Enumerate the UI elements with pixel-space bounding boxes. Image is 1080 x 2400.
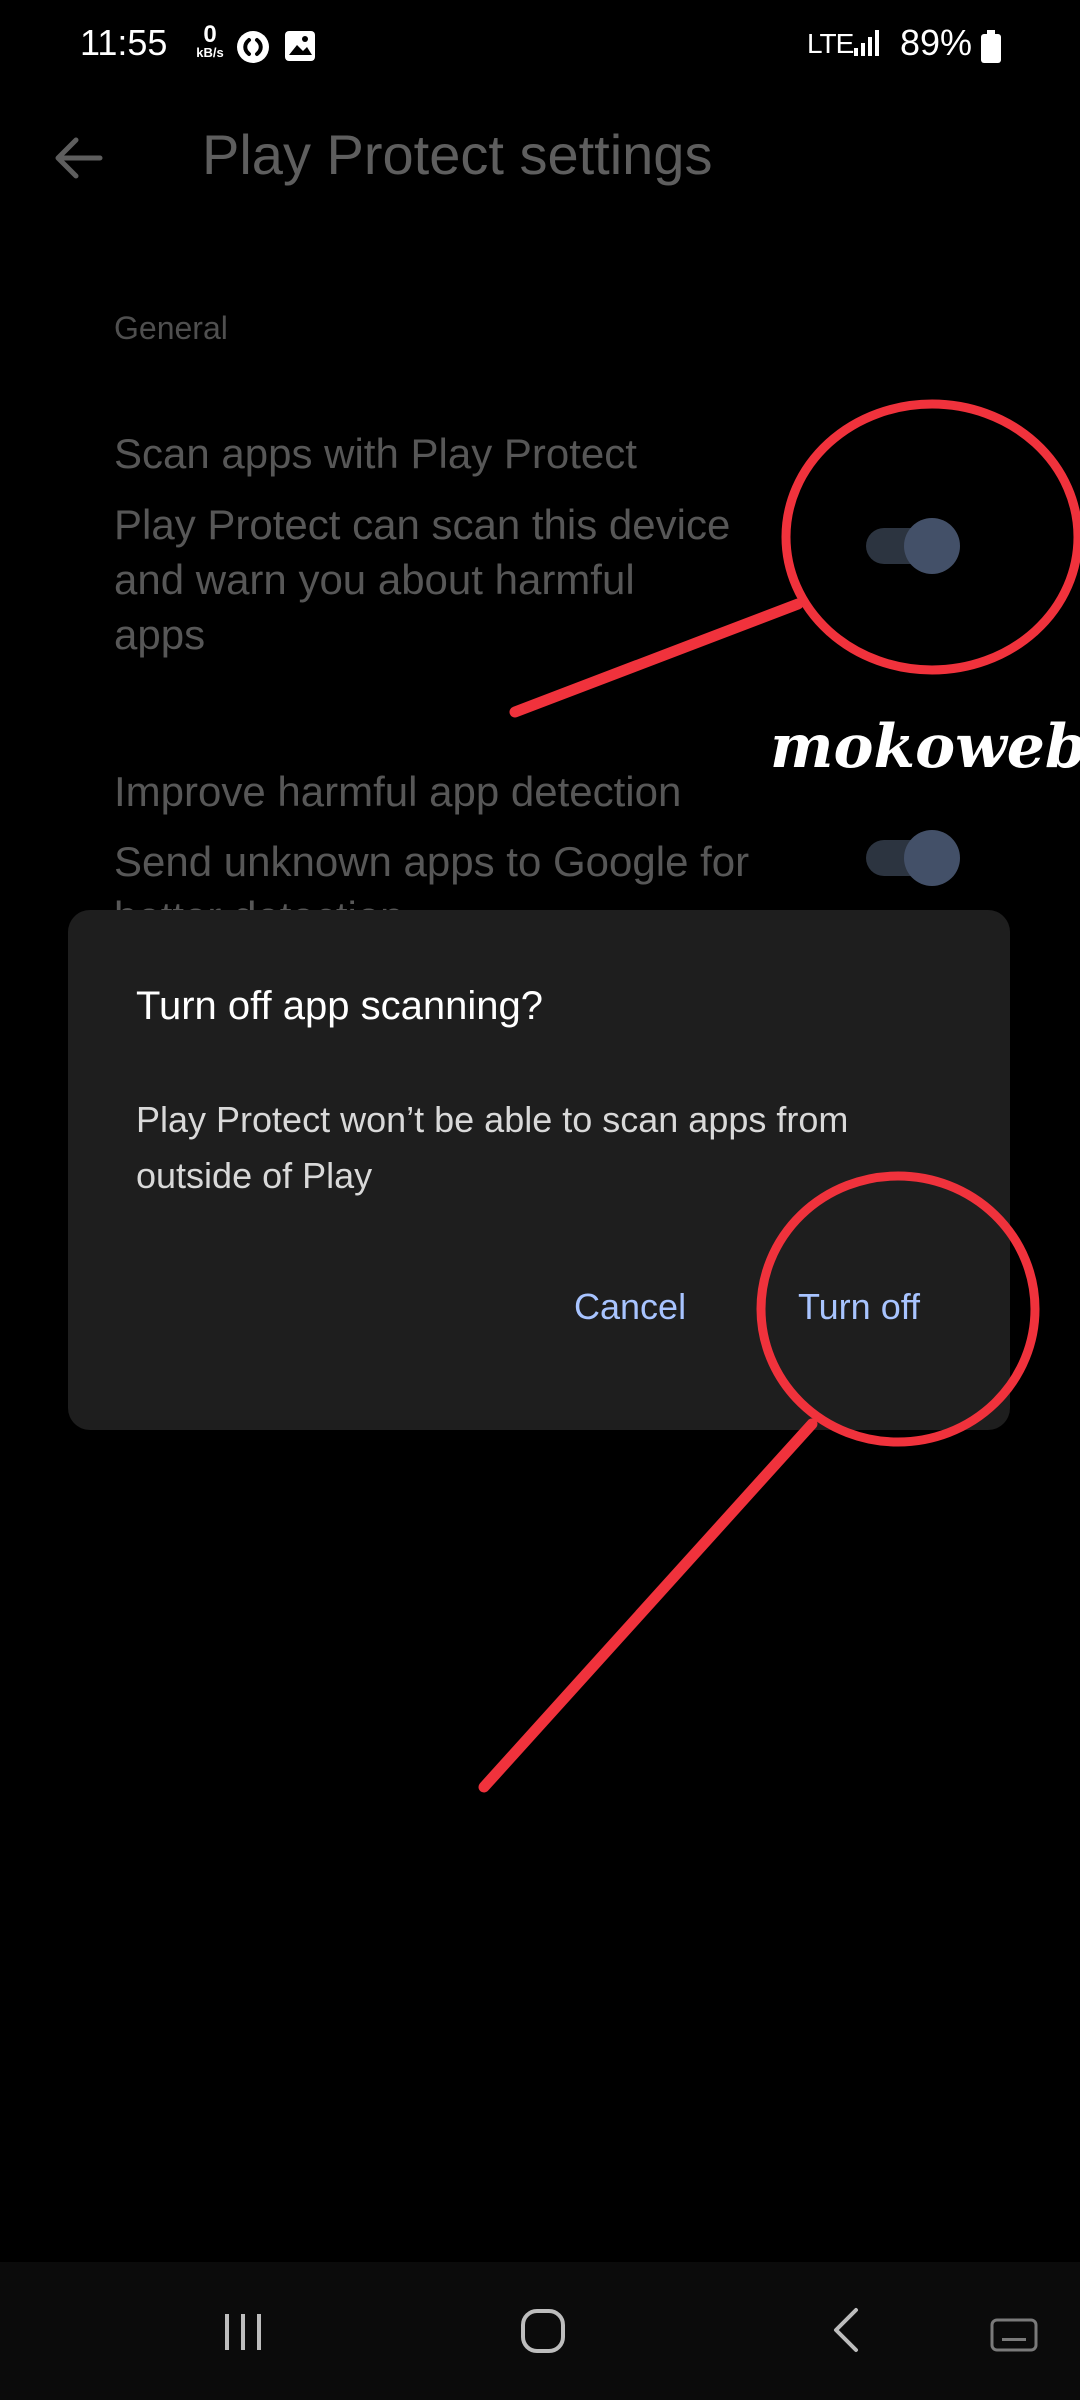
navigation-bar	[0, 2262, 1080, 2400]
dialog-message: Play Protect won’t be able to scan apps …	[136, 1099, 849, 1196]
annotation-arrow-turn-off	[478, 1418, 818, 1793]
home-icon	[521, 2309, 565, 2353]
nav-back-button[interactable]	[826, 2306, 866, 2359]
dialog-title: Turn off app scanning?	[136, 984, 543, 1028]
recents-button[interactable]	[221, 2310, 265, 2359]
home-button[interactable]	[520, 2308, 566, 2359]
turn-off-button[interactable]: Turn off	[798, 1286, 920, 1328]
cancel-button[interactable]: Cancel	[574, 1286, 686, 1328]
keyboard-button[interactable]	[990, 2318, 1038, 2357]
recents-icon	[225, 2314, 261, 2350]
improve-detection-toggle[interactable]	[866, 830, 960, 886]
toggle-thumb	[904, 830, 960, 886]
keyboard-icon	[990, 2318, 1038, 2352]
back-icon	[834, 2308, 858, 2352]
setting-description: Send unknown apps to Google for better d…	[114, 838, 750, 910]
confirm-dialog: Turn off app scanning? Play Protect won’…	[68, 910, 1010, 1430]
watermark-text: mokoweb.	[770, 712, 1080, 782]
setting-title: Improve harmful app detection	[114, 768, 682, 815]
